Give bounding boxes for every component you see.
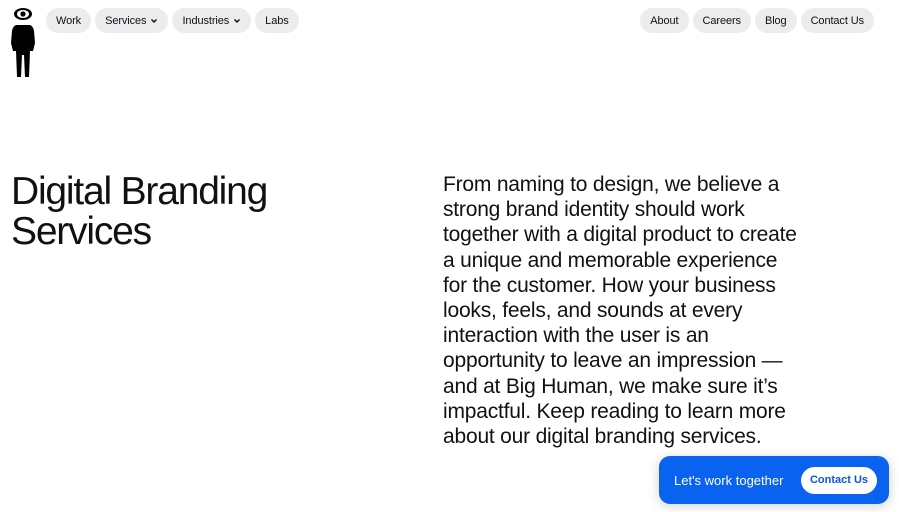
intro-line: looks, feels, and sounds at every — [443, 299, 743, 323]
page-title-line: Services — [11, 210, 152, 253]
intro-line: impactful. Keep reading to learn more — [443, 399, 786, 423]
nav-about-label: About — [650, 14, 679, 27]
page-title-line: Digital Branding — [11, 170, 268, 213]
nav-work-label: Work — [56, 14, 82, 27]
nav-industries-label: Industries — [182, 14, 230, 27]
nav-services[interactable]: Services — [95, 8, 169, 33]
secondary-nav: About Careers Blog Contact Us — [640, 8, 874, 33]
intro-line: and at Big Human, we make sure it’s — [443, 374, 778, 398]
cta-text: Let's work together — [674, 472, 784, 488]
intro-line: about our digital branding services. — [443, 425, 762, 449]
intro-line: for the customer. How your business — [443, 273, 776, 297]
nav-labs-label: Labs — [265, 14, 289, 27]
intro-paragraph: From naming to design, we believe a stro… — [443, 172, 863, 449]
page-title: Digital Branding Services — [11, 170, 268, 253]
cta-contact-us-label: Contact Us — [809, 474, 868, 486]
contact-cta-banner: Let's work together Contact Us — [659, 456, 889, 504]
nav-contact-us[interactable]: Contact Us — [800, 8, 874, 33]
chevron-down-icon — [234, 18, 241, 23]
nav-about[interactable]: About — [640, 8, 689, 33]
cta-contact-us-button[interactable]: Contact Us — [800, 466, 877, 494]
nav-careers-label: Careers — [702, 14, 742, 27]
intro-line: strong brand identity should work — [443, 198, 745, 222]
intro-line: a unique and memorable experience — [443, 248, 778, 272]
nav-blog[interactable]: Blog — [754, 8, 797, 33]
intro-line: From naming to design, we believe a — [443, 173, 780, 196]
chevron-down-icon — [151, 18, 158, 23]
nav-industries[interactable]: Industries — [172, 8, 252, 33]
nav-contact-us-label: Contact Us — [810, 14, 865, 27]
nav-blog-label: Blog — [764, 14, 787, 27]
logo-icon[interactable] — [9, 5, 39, 79]
intro-line: together with a digital product to creat… — [443, 223, 797, 247]
primary-nav: Work Services Industries Labs — [46, 8, 299, 33]
nav-careers[interactable]: Careers — [692, 8, 751, 33]
nav-labs[interactable]: Labs — [255, 8, 299, 33]
nav-work[interactable]: Work — [46, 8, 92, 33]
intro-line: opportunity to leave an impression — — [443, 349, 783, 373]
intro-line: interaction with the user is an — [443, 324, 709, 348]
nav-services-label: Services — [105, 14, 147, 27]
